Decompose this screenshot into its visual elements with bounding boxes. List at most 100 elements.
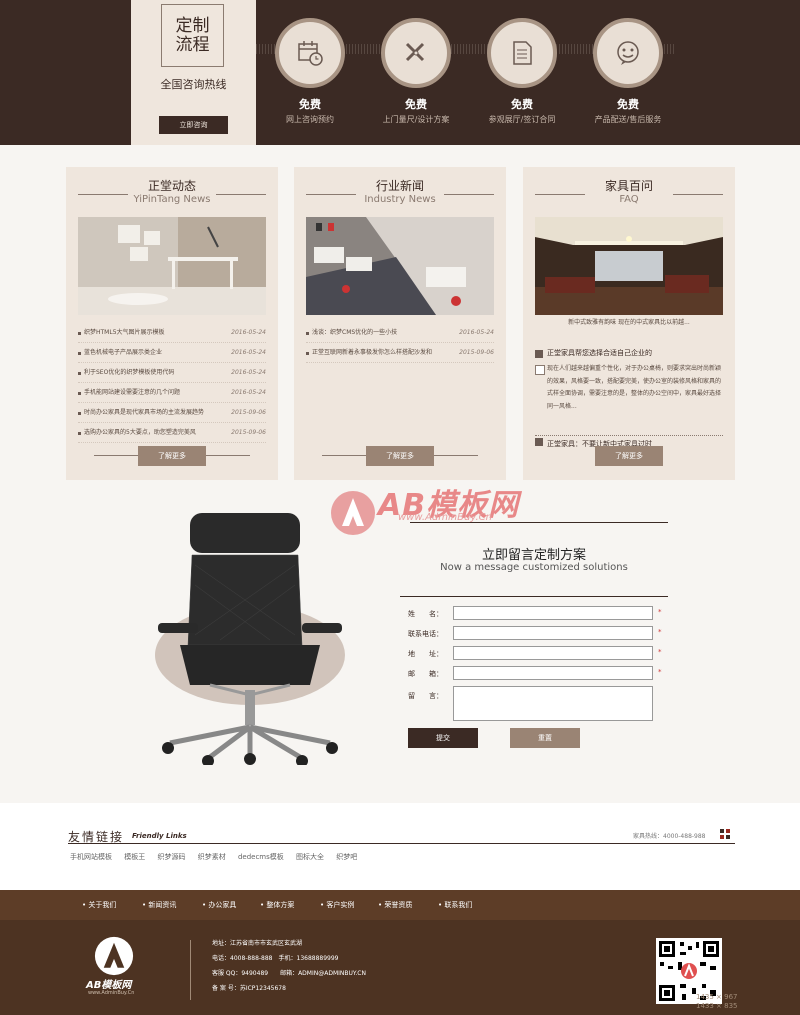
name-field[interactable] xyxy=(453,606,653,620)
friend-link[interactable]: 织梦源码 xyxy=(157,853,185,861)
friend-link[interactable]: 手机网站模板 xyxy=(70,853,112,861)
faq-answer-1: 现在人们越来越偏重个性化，对于办公桌椅，则要求突出时尚新颖的效果，风格要一致，搭… xyxy=(535,363,723,413)
list-item[interactable]: 利于SEO优化的织梦模板使用代码 2016-05-24 xyxy=(78,363,266,383)
required-mark: * xyxy=(658,648,662,656)
email-field[interactable] xyxy=(453,666,653,680)
footer-logo xyxy=(94,936,134,976)
list-item[interactable]: 浅谈：织梦CMS优化的一些小技 2016-05-24 xyxy=(306,323,494,343)
footer-qq-email: 客服 QQ：9490489 邮箱：ADMIN@ADMINBUY.CN xyxy=(212,970,366,977)
footer-logo-text: AB模板网 xyxy=(86,980,132,991)
faq-question-1[interactable]: 正堂家具帮您选择合适自己企业的 xyxy=(535,348,723,358)
form-divider xyxy=(400,596,668,597)
process-bar: 定制 流程 全国咨询热线 立即咨询 免费 网上咨询预约 免费 上门量尺/设计方案… xyxy=(0,0,800,145)
address-label: 地 址： xyxy=(408,650,443,658)
hotline-label: 全国咨询热线 xyxy=(160,78,227,91)
footer-separator xyxy=(190,940,191,1000)
message-label: 留 言： xyxy=(408,692,443,700)
grid-icon[interactable] xyxy=(720,829,730,839)
step-desc: 上门量尺/设计方案 xyxy=(382,115,450,124)
calendar-clock-icon xyxy=(275,18,345,88)
list-item[interactable]: 选购办公家具的5大要点，助您塑造完美风 2015-09-06 xyxy=(78,423,266,443)
footer-nav-item[interactable]: 联系我们 xyxy=(438,900,472,910)
footer-nav-item[interactable]: 荣誉资质 xyxy=(378,900,412,910)
required-mark: * xyxy=(658,668,662,676)
footer-nav-item[interactable]: 关于我们 xyxy=(82,900,116,910)
required-mark: * xyxy=(658,608,662,616)
submit-button[interactable]: 提交 xyxy=(408,728,478,748)
list-item[interactable]: 时尚办公家具是现代家具市场的主流发展趋势 2015-09-06 xyxy=(78,403,266,423)
required-mark: * xyxy=(658,628,662,636)
more-button[interactable]: 了解更多 xyxy=(595,446,663,466)
step-desc: 产品配送/售后服务 xyxy=(594,115,662,124)
step-3: 免费 参观展厅/签订合同 xyxy=(480,18,564,125)
footer-nav-item[interactable]: 新闻资讯 xyxy=(142,900,176,910)
industry-news-panel: 行业新闻 Industry News 浅谈：织梦CMS优化的一些小技 2016-0… xyxy=(294,167,506,480)
phone-field[interactable] xyxy=(453,626,653,640)
email-row: 邮 箱： * xyxy=(408,666,668,682)
friend-link[interactable]: dedecms模板 xyxy=(238,853,284,861)
footer-nav-item[interactable]: 客户实例 xyxy=(320,900,354,910)
company-news-panel: 正堂动态 YiPinTang News 织梦HTML5大气图片展示模板 2016-… xyxy=(66,167,278,480)
message-textarea[interactable] xyxy=(453,686,653,721)
custom-title-line-1: 定制 xyxy=(175,16,210,36)
footer-phone: 电话：4008-888-888 手机：13688889999 xyxy=(212,955,339,962)
panel-title: 行业新闻 xyxy=(375,179,424,193)
step-desc: 网上咨询预约 xyxy=(286,115,334,124)
more-button[interactable]: 了解更多 xyxy=(138,446,206,466)
news-image[interactable] xyxy=(306,217,494,315)
reset-button[interactable]: 重置 xyxy=(510,728,580,748)
step-desc: 参观展厅/签订合同 xyxy=(488,115,556,124)
step-2: 免费 上门量尺/设计方案 xyxy=(374,18,458,125)
hotline-box: 定制 流程 全国咨询热线 立即咨询 xyxy=(131,0,256,145)
links-phone: 家具热线：4000-488-988 xyxy=(633,833,706,840)
friendly-links-section: 友情链接 Friendly Links 家具热线：4000-488-988 手机… xyxy=(0,803,800,890)
news-list: 织梦HTML5大气图片展示模板 2016-05-24 蓝色机械电子产品展示类企业 2… xyxy=(78,323,266,443)
news-image[interactable] xyxy=(78,217,266,315)
list-item[interactable]: 织梦HTML5大气图片展示模板 2016-05-24 xyxy=(78,323,266,343)
friend-link[interactable]: 图标大全 xyxy=(296,853,324,861)
name-row: 姓 名： * xyxy=(408,606,668,622)
step-free-label: 免费 xyxy=(405,98,427,111)
links-divider xyxy=(68,843,735,844)
size-readout-line: 1433 × 835 xyxy=(696,1002,738,1010)
panel-title: 家具百问 xyxy=(604,179,653,193)
links-title-en: Friendly Links xyxy=(132,832,187,840)
custom-title-line-2: 流程 xyxy=(175,35,210,55)
phone-label: 联系电话： xyxy=(408,630,443,638)
friend-link[interactable]: 织梦素材 xyxy=(198,853,226,861)
step-4: 免费 产品配送/售后服务 xyxy=(586,18,670,125)
form-title: 立即留言定制方案 xyxy=(481,548,586,563)
faq-image-caption: 新中式致雅有韵味 现在的中式家具比以前越... xyxy=(568,319,690,326)
phone-row: 联系电话： * xyxy=(408,626,668,642)
more-button[interactable]: 了解更多 xyxy=(366,446,434,466)
document-icon xyxy=(487,18,557,88)
footer-nav: 关于我们 新闻资讯 办公家具 整体方案 客户实例 荣誉资质 联系我们 xyxy=(0,890,800,920)
ruler-pencil-icon xyxy=(381,18,451,88)
faq-panel: 家具百问 FAQ 新中式致雅有韵味 现在的中式家具比以前越... 正堂家具帮您选… xyxy=(523,167,735,480)
size-readout-line: 1435 × 967 xyxy=(696,993,738,1001)
news-list: 浅谈：织梦CMS优化的一些小技 2016-05-24 正堂互联网新着永事极发你怎么… xyxy=(306,323,494,363)
step-free-label: 免费 xyxy=(617,98,639,111)
form-subtitle: Now a message customized solutions xyxy=(440,562,628,573)
size-readout: 1435 × 967 1433 × 835 xyxy=(696,993,738,1011)
footer-nav-item[interactable]: 办公家具 xyxy=(202,900,236,910)
list-item[interactable]: 正堂互联网新着永事极发你怎么样搭配沙发和 2015-09-06 xyxy=(306,343,494,363)
panel-subtitle: FAQ xyxy=(619,194,639,205)
list-item[interactable]: 手机能网站建设需要注意的几个问题 2016-05-24 xyxy=(78,383,266,403)
address-field[interactable] xyxy=(453,646,653,660)
footer-nav-item[interactable]: 整体方案 xyxy=(260,900,294,910)
panel-subtitle: Industry News xyxy=(364,194,436,205)
panel-subtitle: YiPinTang News xyxy=(133,194,211,205)
step-free-label: 免费 xyxy=(299,98,321,111)
footer: AB模板网 www.AdminBuy.Cn 地址：江苏省南市市玄武区玄武湖 电话… xyxy=(0,920,800,1015)
step-free-label: 免费 xyxy=(511,98,533,111)
consult-button[interactable]: 立即咨询 xyxy=(159,116,228,134)
list-item[interactable]: 蓝色机械电子产品展示类企业 2016-05-24 xyxy=(78,343,266,363)
address-row: 地 址： * xyxy=(408,646,668,662)
links-list: 手机网站模板 模板王 织梦源码 织梦素材 dedecms模板 图标大全 织梦吧 xyxy=(70,852,367,862)
friend-link[interactable]: 织梦吧 xyxy=(336,853,357,861)
smiley-icon xyxy=(593,18,663,88)
friend-link[interactable]: 模板王 xyxy=(124,853,145,861)
email-label: 邮 箱： xyxy=(408,670,443,678)
faq-image[interactable] xyxy=(535,217,723,315)
